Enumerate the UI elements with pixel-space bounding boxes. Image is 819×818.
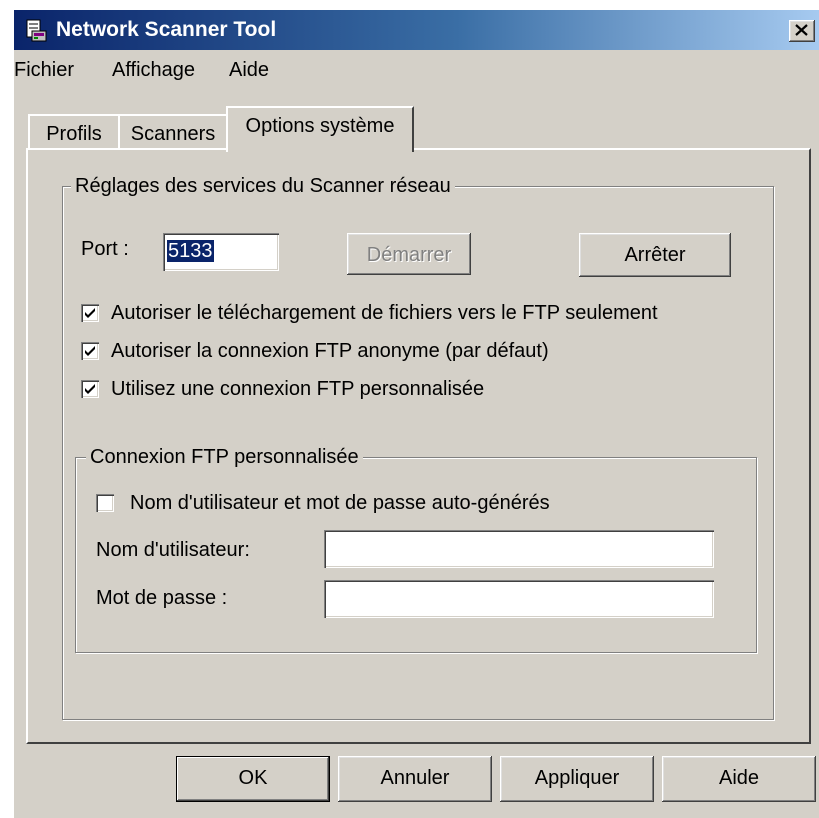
- allow-upload-only-label[interactable]: Autoriser le téléchargement de fichiers …: [111, 301, 658, 325]
- allow-upload-only-checkbox[interactable]: [81, 304, 99, 322]
- auto-generate-label[interactable]: Nom d'utilisateur et mot de passe auto-g…: [130, 491, 550, 515]
- close-button[interactable]: [789, 20, 815, 42]
- close-icon: [795, 24, 808, 36]
- apply-button-label: Appliquer: [534, 767, 620, 789]
- stop-button-label: Arrêter: [624, 244, 686, 266]
- checkmark-icon: [85, 308, 95, 318]
- services-legend: Réglages des services du Scanner réseau: [71, 174, 455, 198]
- custom-ftp-legend: Connexion FTP personnalisée: [86, 445, 363, 469]
- tab-profils-label: Profils: [46, 123, 102, 145]
- tab-profils[interactable]: Profils: [28, 114, 120, 150]
- ok-button-label: OK: [238, 767, 268, 789]
- username-label: Nom d'utilisateur:: [96, 539, 250, 561]
- port-value: 5133: [167, 240, 214, 262]
- tab-scanners-label: Scanners: [130, 123, 216, 145]
- options-panel: Réglages des services du Scanner réseau …: [26, 148, 811, 744]
- port-input[interactable]: 5133: [163, 233, 279, 271]
- menu-fichier[interactable]: Fichier: [14, 59, 74, 81]
- tab-options-systeme[interactable]: Options système: [226, 106, 414, 152]
- ok-button[interactable]: OK: [176, 756, 330, 802]
- menu-bar: Fichier Affichage Aide: [14, 50, 819, 90]
- tab-scanners[interactable]: Scanners: [118, 114, 228, 150]
- password-input[interactable]: [324, 580, 714, 618]
- scanner-app-icon: [24, 19, 48, 43]
- apply-button[interactable]: Appliquer: [500, 756, 654, 802]
- title-bar[interactable]: Network Scanner Tool: [14, 10, 819, 50]
- port-label: Port :: [81, 238, 129, 260]
- dialog-window: Network Scanner Tool Fichier Affichage A…: [14, 10, 819, 818]
- custom-ftp-checkbox[interactable]: [81, 380, 99, 398]
- cancel-button-label: Annuler: [380, 767, 450, 789]
- help-button[interactable]: Aide: [662, 756, 816, 802]
- custom-ftp-label[interactable]: Utilisez une connexion FTP personnalisée: [111, 377, 484, 401]
- custom-ftp-groupbox: Connexion FTP personnalisée Nom d'utilis…: [75, 445, 757, 653]
- services-groupbox: Réglages des services du Scanner réseau …: [62, 174, 774, 720]
- stop-button[interactable]: Arrêter: [579, 233, 731, 277]
- allow-anonymous-checkbox[interactable]: [81, 342, 99, 360]
- menu-affichage[interactable]: Affichage: [112, 59, 195, 81]
- checkmark-icon: [85, 346, 95, 356]
- menu-aide[interactable]: Aide: [229, 59, 269, 81]
- password-label: Mot de passe :: [96, 587, 228, 609]
- allow-anonymous-label[interactable]: Autoriser la connexion FTP anonyme (par …: [111, 339, 549, 363]
- window-title: Network Scanner Tool: [56, 18, 277, 41]
- auto-generate-checkbox[interactable]: [96, 494, 114, 512]
- start-button-label: Démarrer: [366, 244, 452, 266]
- cancel-button[interactable]: Annuler: [338, 756, 492, 802]
- help-button-label: Aide: [718, 767, 760, 789]
- tab-options-systeme-label: Options système: [245, 115, 395, 137]
- checkmark-icon: [85, 384, 95, 394]
- username-input[interactable]: [324, 530, 714, 568]
- start-button[interactable]: Démarrer: [347, 233, 471, 275]
